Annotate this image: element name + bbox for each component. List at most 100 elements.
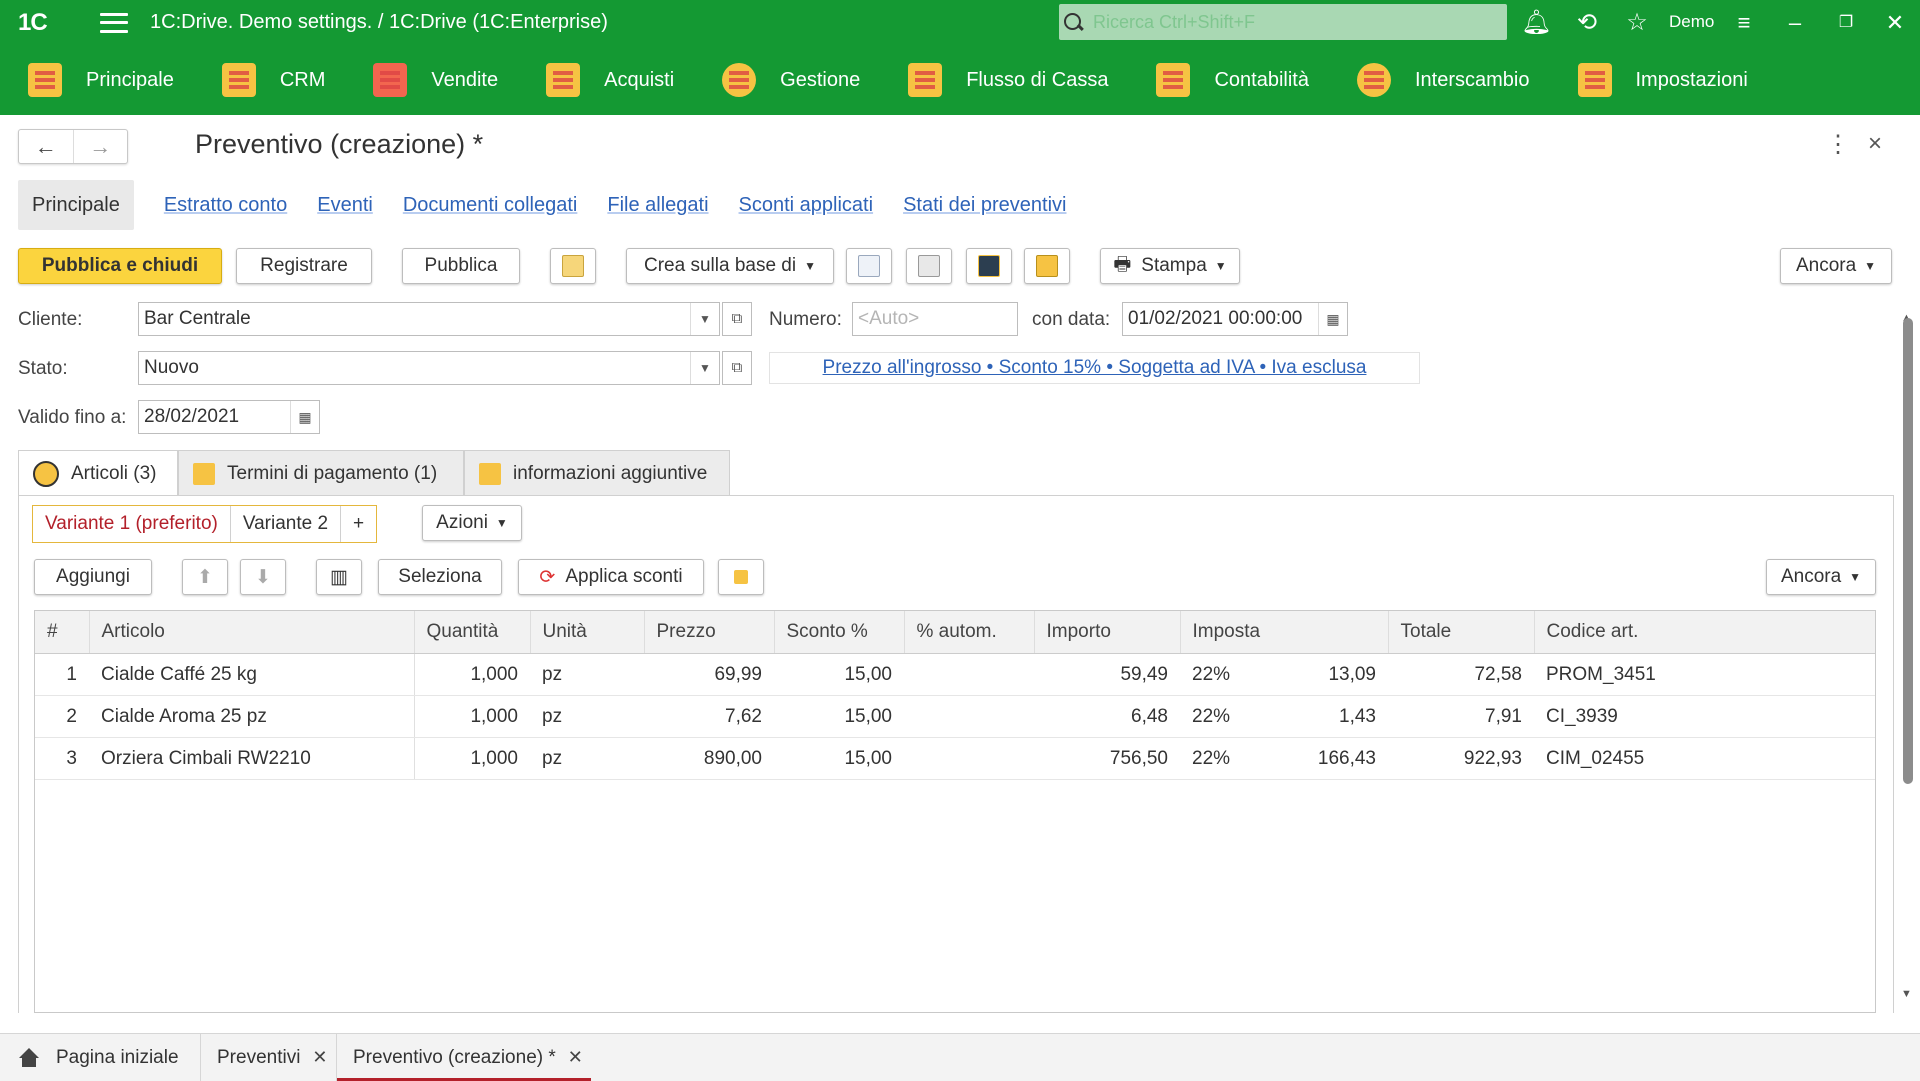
section-gestione[interactable]: Gestione (722, 45, 860, 115)
section-impostazioni[interactable]: Impostazioni (1577, 45, 1748, 115)
price-cell[interactable]: 7,62 (644, 695, 774, 738)
column-header[interactable]: Prezzo (644, 611, 775, 654)
section-crm[interactable]: CRM (221, 45, 325, 115)
document-clock-icon[interactable] (550, 248, 596, 284)
tax-rate-cell[interactable]: 22% (1180, 737, 1288, 780)
dropdown-arrow-icon[interactable]: ▼ (690, 303, 719, 335)
table-more-button[interactable]: Ancora ▼ (1766, 559, 1876, 595)
unit-cell[interactable]: pz (530, 653, 644, 696)
create-based-on-button[interactable]: Crea sulla base di ▼ (626, 248, 834, 284)
quantity-cell[interactable]: 1,000 (414, 737, 530, 780)
open-client-icon[interactable]: ⧉ (722, 302, 752, 336)
add-variant-button[interactable]: + (340, 506, 376, 542)
lock-icon[interactable] (1024, 248, 1070, 284)
column-header[interactable]: Quantità (414, 611, 531, 654)
import-icon[interactable] (718, 559, 764, 595)
star-icon[interactable]: ☆ (1622, 8, 1652, 38)
column-header[interactable]: Sconto % (774, 611, 905, 654)
apply-discounts-button[interactable]: ⟳ Applica sconti (518, 559, 704, 595)
variant-1-button[interactable]: Variante 1 (preferito) (33, 506, 230, 542)
window-tab-preventivi[interactable]: Preventivi ✕ (200, 1034, 328, 1081)
nav-link-principale[interactable]: Principale (18, 180, 134, 230)
bell-icon[interactable]: 🔔︎ (1521, 8, 1551, 38)
valid-until-field[interactable]: 28/02/2021 ▦ (138, 400, 320, 434)
unit-cell[interactable]: pz (530, 695, 644, 738)
vertical-scrollbar[interactable] (1903, 318, 1913, 784)
section-vendite[interactable]: Vendite (373, 45, 498, 115)
close-icon[interactable]: × (1868, 130, 1882, 158)
tax-rate-cell[interactable]: 22% (1180, 695, 1288, 738)
minimize-icon[interactable]: – (1780, 8, 1810, 38)
column-header[interactable]: Unità (530, 611, 645, 654)
date-field[interactable]: 01/02/2021 00:00:00 ▦ (1122, 302, 1348, 336)
calendar-icon[interactable]: ▦ (1318, 303, 1347, 335)
quantity-cell[interactable]: 1,000 (414, 695, 530, 738)
item-name[interactable]: Orziera Cimbali RW2210 (89, 737, 415, 780)
print-button[interactable]: 🖶 Stampa ▼ (1100, 248, 1240, 284)
discount-cell[interactable]: 15,00 (774, 737, 904, 780)
status-field[interactable]: Nuovo ▼ (138, 351, 720, 385)
discount-cell[interactable]: 15,00 (774, 695, 904, 738)
tax-rate-cell[interactable]: 22% (1180, 653, 1288, 696)
tab-articoli[interactable]: Articoli (3) (18, 450, 178, 496)
table-row[interactable]: 2 Cialde Aroma 25 pz 1,000 pz 7,62 15,00… (35, 695, 1875, 738)
section-principale[interactable]: Principale (28, 45, 174, 115)
nav-link-documenti-collegati[interactable]: Documenti collegati (403, 194, 578, 217)
select-button[interactable]: Seleziona (378, 559, 502, 595)
global-search[interactable] (1059, 4, 1507, 40)
tab-termini-pagamento[interactable]: Termini di pagamento (1) (178, 450, 464, 496)
number-field[interactable]: <Auto> (852, 302, 1018, 336)
column-header[interactable]: Importo (1034, 611, 1181, 654)
column-header[interactable]: # (35, 611, 90, 654)
publish-button[interactable]: Pubblica (402, 248, 520, 284)
add-row-button[interactable]: Aggiungi (34, 559, 152, 595)
structure-icon[interactable] (966, 248, 1012, 284)
tab-informazioni-aggiuntive[interactable]: informazioni aggiuntive (464, 450, 730, 496)
section-acquisti[interactable]: Acquisti (546, 45, 674, 115)
client-field[interactable]: Bar Centrale ▼ (138, 302, 720, 336)
restore-icon[interactable]: ❐ (1831, 8, 1861, 38)
search-input[interactable] (1091, 10, 1495, 34)
variant-2-button[interactable]: Variante 2 (229, 506, 340, 542)
unit-cell[interactable]: pz (530, 737, 644, 780)
discount-cell[interactable]: 15,00 (774, 653, 904, 696)
close-window-icon[interactable]: ✕ (1880, 8, 1910, 38)
history-icon[interactable]: ⟲ (1572, 8, 1602, 38)
item-name[interactable]: Cialde Caffé 25 kg (89, 653, 415, 696)
column-header[interactable]: Codice art. (1534, 611, 1875, 654)
price-cell[interactable]: 890,00 (644, 737, 774, 780)
more-button[interactable]: Ancora ▼ (1780, 248, 1892, 284)
section-flusso-di-cassa[interactable]: Flusso di Cassa (908, 45, 1108, 115)
scroll-down-arrow-icon[interactable]: ▼ (1901, 988, 1912, 1000)
back-arrow-icon[interactable]: ← (19, 130, 73, 163)
window-tab-preventivo-creazione[interactable]: Preventivo (creazione) * ✕ (336, 1034, 591, 1081)
register-button[interactable]: Registrare (236, 248, 372, 284)
close-tab-icon[interactable]: ✕ (312, 1047, 327, 1068)
open-status-icon[interactable]: ⧉ (722, 351, 752, 385)
price-settings-link[interactable]: Prezzo all'ingrosso • Sconto 15% • Sogge… (769, 352, 1420, 384)
column-header[interactable]: Imposta (1180, 611, 1389, 654)
price-cell[interactable]: 69,99 (644, 653, 774, 696)
dropdown-arrow-icon[interactable]: ▼ (690, 352, 719, 384)
actions-button[interactable]: Azioni ▼ (422, 505, 522, 541)
calendar-icon[interactable]: ▦ (290, 401, 319, 433)
table-row[interactable]: 1 Cialde Caffé 25 kg 1,000 pz 69,99 15,0… (35, 653, 1875, 696)
nav-link-eventi[interactable]: Eventi (317, 194, 373, 217)
section-contabilita[interactable]: Contabilità (1156, 45, 1309, 115)
main-menu-icon[interactable] (100, 12, 128, 33)
column-header[interactable]: % autom. (904, 611, 1035, 654)
move-down-icon[interactable]: ⬇ (240, 559, 286, 595)
more-vertical-icon[interactable]: ⋮ (1826, 130, 1850, 159)
settings-menu-icon[interactable]: ≡ (1729, 8, 1759, 38)
user-name[interactable]: Demo (1669, 12, 1714, 32)
quantity-cell[interactable]: 1,000 (414, 653, 530, 696)
barcode-icon[interactable]: ▥ (316, 559, 362, 595)
nav-link-stati-preventivi[interactable]: Stati dei preventivi (903, 194, 1066, 217)
window-tab-home[interactable]: Pagina iniziale (18, 1034, 179, 1081)
move-up-icon[interactable]: ⬆ (182, 559, 228, 595)
section-interscambio[interactable]: Interscambio (1357, 45, 1530, 115)
column-header[interactable]: Articolo (89, 611, 415, 654)
table-row[interactable]: 3 Orziera Cimbali RW2210 1,000 pz 890,00… (35, 737, 1875, 780)
close-tab-icon[interactable]: ✕ (568, 1047, 583, 1068)
item-name[interactable]: Cialde Aroma 25 pz (89, 695, 415, 738)
